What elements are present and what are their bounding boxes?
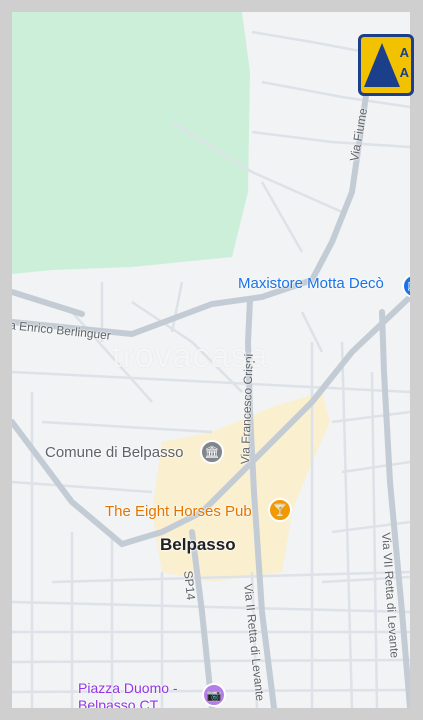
piazza-duomo-label[interactable]: Piazza Duomo - Belpasso CT [78, 680, 178, 708]
badge-text-2: A [399, 65, 409, 80]
cocktail-icon[interactable]: 🍸 [268, 498, 292, 522]
maxistore-label[interactable]: Maxistore Motta Decò [238, 275, 384, 292]
badge-text-1: A [399, 45, 409, 60]
camera-icon[interactable]: 📷 [202, 683, 226, 707]
town-label-belpasso: Belpasso [160, 535, 236, 554]
piazza-duomo-line2: Belpasso CT [78, 697, 159, 708]
map-canvas[interactable]: Via Fiume Maxistore Motta Decò 🛍 a Enric… [12, 12, 410, 708]
sp14-label: SP14 [181, 570, 199, 601]
town-hall-icon[interactable]: 🏛 [200, 440, 224, 464]
highway-badge[interactable]: A A [358, 34, 414, 96]
watermark: trovacasa [112, 337, 269, 375]
pub-label[interactable]: The Eight Horses Pub [105, 503, 252, 520]
comune-label[interactable]: Comune di Belpasso [45, 444, 183, 461]
piazza-duomo-line1: Piazza Duomo - [78, 680, 178, 696]
map-frame: Via Fiume Maxistore Motta Decò 🛍 a Enric… [0, 0, 423, 720]
badge-triangle-icon [364, 43, 400, 87]
